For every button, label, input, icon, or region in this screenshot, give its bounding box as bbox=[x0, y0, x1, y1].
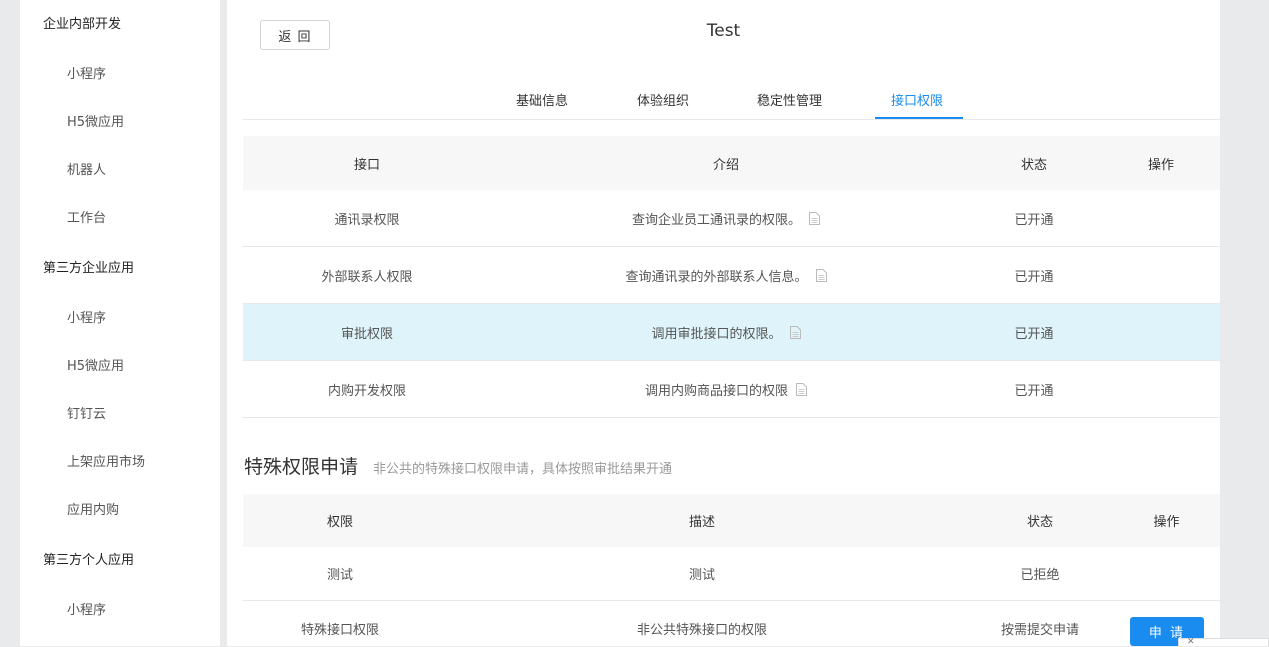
special-section-title: 特殊权限申请 bbox=[244, 456, 359, 478]
document-icon[interactable] bbox=[796, 382, 807, 396]
table-header: 权限 描述 状态 操作 bbox=[243, 494, 1220, 547]
column-header-intro: 介绍 bbox=[712, 157, 739, 173]
column-header-action: 操作 bbox=[1147, 157, 1174, 173]
sidebar-item-internal-h5[interactable]: H5微应用 bbox=[67, 111, 124, 130]
row-api-status: 已开通 bbox=[1014, 326, 1054, 342]
main-panel: 返 回 Test 基础信息 体验组织 稳定性管理 接口权限 接口 介绍 状态 操… bbox=[227, 0, 1220, 646]
sidebar-group-internal[interactable]: 企业内部开发 bbox=[43, 13, 121, 32]
sidebar-item-tp-inapp[interactable]: 应用内购 bbox=[67, 499, 119, 518]
row-api-status: 已开通 bbox=[1014, 383, 1054, 399]
tab-basic-info[interactable]: 基础信息 bbox=[516, 90, 568, 109]
row-api-name: 内购开发权限 bbox=[327, 383, 406, 399]
tabs-divider bbox=[243, 119, 1220, 120]
sidebar-group-thirdparty-enterprise[interactable]: 第三方企业应用 bbox=[43, 257, 134, 276]
floating-widget[interactable]: ✕ bbox=[1178, 637, 1269, 647]
row-api-desc-text: 查询通讯录的外部联系人信息。 bbox=[625, 269, 808, 285]
tab-api-permissions[interactable]: 接口权限 bbox=[891, 90, 943, 109]
page-title: Test bbox=[706, 21, 741, 41]
column-header-description: 描述 bbox=[688, 515, 715, 530]
row-api-desc-text: 调用内购商品接口的权限 bbox=[644, 383, 788, 399]
sidebar-item-tp-dingcloud[interactable]: 钉钉云 bbox=[67, 403, 106, 422]
sidebar: 企业内部开发 小程序 H5微应用 机器人 工作台 第三方企业应用 小程序 H5微… bbox=[20, 0, 220, 646]
sidebar-item-internal-workbench[interactable]: 工作台 bbox=[67, 207, 106, 226]
document-icon[interactable] bbox=[789, 325, 801, 339]
column-header-status: 状态 bbox=[1020, 157, 1047, 173]
row-api-desc-text: 调用审批接口的权限。 bbox=[651, 326, 782, 342]
sidebar-item-personal-miniprogram[interactable]: 小程序 bbox=[67, 599, 106, 618]
row-permission-name: 特殊接口权限 bbox=[300, 622, 379, 638]
table-row: 测试 测试 已拒绝 bbox=[243, 547, 1220, 601]
table-row: 外部联系人权限 查询通讯录的外部联系人信息。 已开通 bbox=[243, 247, 1220, 304]
column-header-permission: 权限 bbox=[326, 515, 353, 530]
row-api-desc: 调用内购商品接口的权限 bbox=[491, 361, 961, 417]
column-header-status: 状态 bbox=[1026, 515, 1053, 530]
row-api-name: 通讯录权限 bbox=[334, 212, 400, 228]
sidebar-item-tp-miniprogram[interactable]: 小程序 bbox=[67, 307, 106, 326]
document-icon[interactable] bbox=[815, 268, 827, 282]
table-row: 特殊接口权限 非公共特殊接口的权限 按需提交申请 bbox=[243, 601, 1220, 646]
row-api-status: 已开通 bbox=[1014, 269, 1054, 285]
row-api-name: 审批权限 bbox=[340, 326, 393, 342]
sidebar-item-tp-market[interactable]: 上架应用市场 bbox=[67, 451, 145, 470]
tab-stability[interactable]: 稳定性管理 bbox=[757, 90, 822, 109]
table-header: 接口 介绍 状态 操作 bbox=[243, 136, 1220, 190]
tab-trial-org[interactable]: 体验组织 bbox=[637, 90, 689, 109]
sidebar-item-internal-robot[interactable]: 机器人 bbox=[67, 159, 106, 178]
row-permission-desc: 测试 bbox=[688, 568, 715, 583]
tab-bar: 基础信息 体验组织 稳定性管理 接口权限 bbox=[227, 81, 1220, 119]
table-row: 内购开发权限 调用内购商品接口的权限 已开通 bbox=[243, 361, 1220, 418]
sidebar-item-internal-miniprogram[interactable]: 小程序 bbox=[67, 63, 106, 82]
row-api-status: 已开通 bbox=[1014, 212, 1054, 228]
row-api-desc: 查询通讯录的外部联系人信息。 bbox=[491, 247, 961, 303]
sidebar-item-tp-h5[interactable]: H5微应用 bbox=[67, 355, 124, 374]
row-permission-status: 已拒绝 bbox=[1020, 568, 1060, 583]
special-section-subtitle: 非公共的特殊接口权限申请，具体按照审批结果开通 bbox=[373, 462, 673, 477]
row-api-desc: 调用审批接口的权限。 bbox=[491, 304, 961, 360]
row-api-name: 外部联系人权限 bbox=[321, 269, 413, 285]
column-header-action: 操作 bbox=[1153, 515, 1180, 530]
table-row: 审批权限 调用审批接口的权限。 已开通 bbox=[243, 304, 1220, 361]
row-permission-desc: 非公共特殊接口的权限 bbox=[636, 622, 767, 638]
row-permission-status: 按需提交申请 bbox=[1000, 622, 1079, 638]
sidebar-group-thirdparty-personal[interactable]: 第三方个人应用 bbox=[43, 549, 134, 568]
row-api-desc: 查询企业员工通讯录的权限。 bbox=[491, 190, 961, 246]
column-header-api: 接口 bbox=[353, 157, 380, 173]
row-api-desc-text: 查询企业员工通讯录的权限。 bbox=[631, 212, 801, 228]
document-icon[interactable] bbox=[809, 211, 820, 225]
table-row: 通讯录权限 查询企业员工通讯录的权限。 已开通 bbox=[243, 190, 1220, 247]
row-permission-name: 测试 bbox=[326, 568, 353, 583]
